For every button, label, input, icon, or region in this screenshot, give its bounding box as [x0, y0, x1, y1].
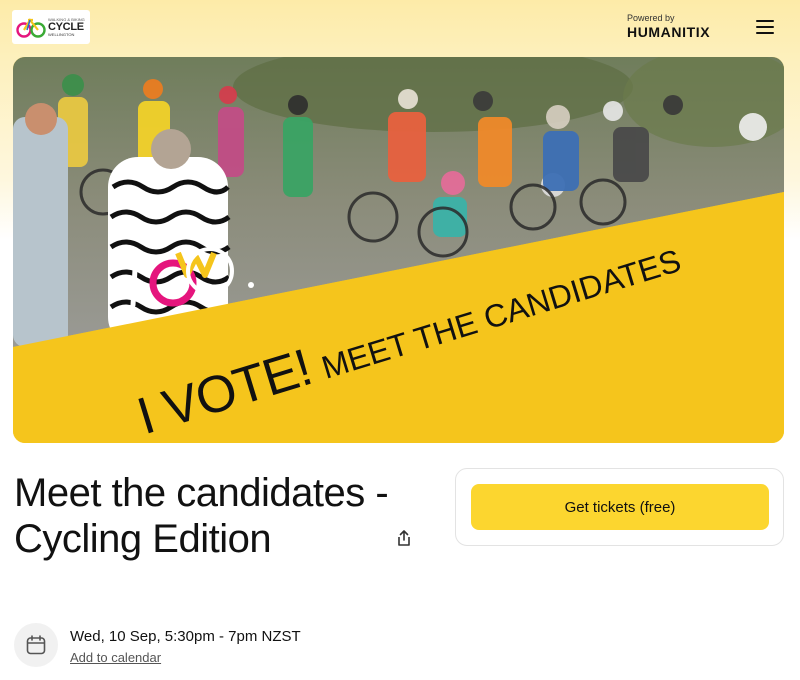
event-banner: I VOTE!MEET THE CANDIDATES — [13, 57, 784, 443]
powered-by-label: Powered by — [627, 13, 675, 23]
foreground-person-left — [13, 117, 68, 347]
share-arrow-icon — [398, 530, 410, 546]
powered-by-humanitix[interactable]: Powered by HUMANITIX — [627, 13, 710, 40]
site-logo[interactable]: WALKING & BIKING CYCLE WELLINGTON — [12, 10, 90, 44]
share-icon[interactable] — [393, 527, 415, 549]
get-tickets-button[interactable]: Get tickets (free) — [471, 484, 769, 530]
event-date-text: Wed, 10 Sep, 5:30pm - 7pm NZST — [70, 628, 301, 645]
ticket-card: Get tickets (free) — [455, 468, 784, 546]
hamburger-menu-icon[interactable] — [754, 18, 776, 36]
humanitix-logo: HUMANITIX — [627, 24, 711, 40]
add-to-calendar-link[interactable]: Add to calendar — [70, 650, 161, 665]
logo-sub-text: WELLINGTON — [48, 31, 75, 37]
event-title: Meet the candidates - Cycling Edition — [14, 471, 389, 561]
logo-main-text: CYCLE — [48, 20, 84, 33]
calendar-icon — [14, 623, 58, 667]
logo-wordmark: WALKING & BIKING CYCLE WELLINGTON — [48, 17, 85, 37]
bicycle-logo-icon — [16, 18, 46, 38]
